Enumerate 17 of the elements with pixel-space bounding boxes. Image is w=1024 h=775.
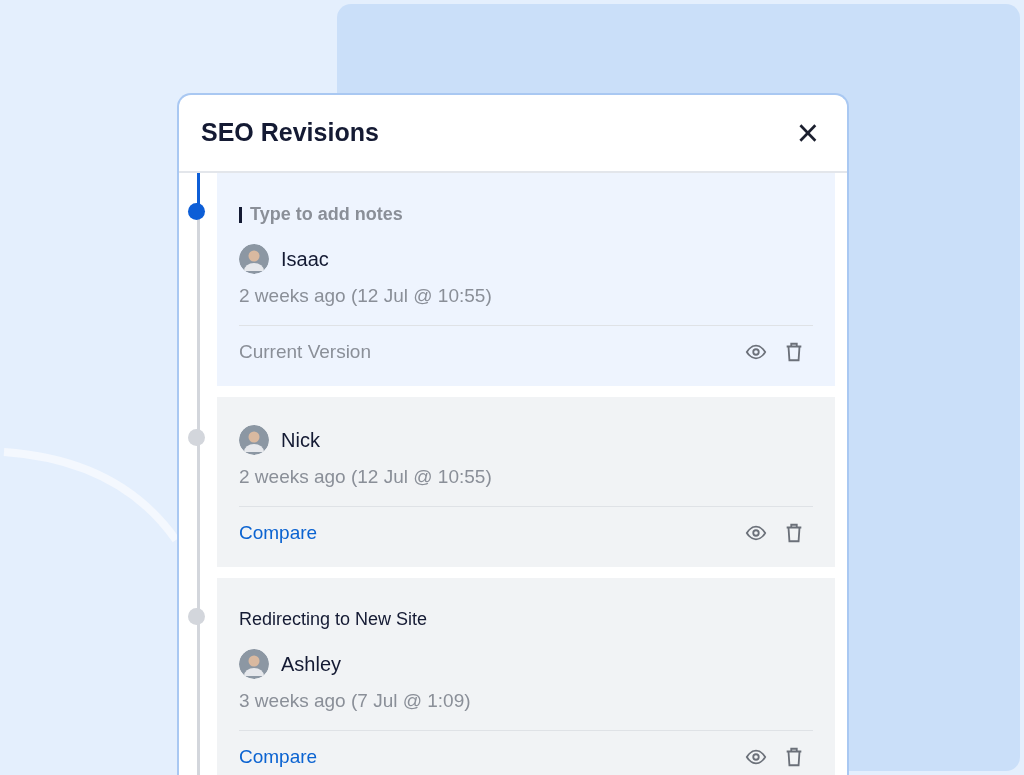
revision-time: 2 weeks ago (12 Jul @ 10:55) <box>239 466 492 487</box>
version-status: Current Version <box>239 339 371 364</box>
author-name: Nick <box>281 428 320 453</box>
dialog-title: SEO Revisions <box>201 117 379 149</box>
compare-link[interactable]: Compare <box>239 518 318 547</box>
compare-link[interactable]: Compare <box>239 742 318 771</box>
revision-time: 2 weeks ago (12 Jul @ 10:55) <box>239 285 492 306</box>
author-name: Ashley <box>281 652 342 677</box>
avatar <box>239 649 269 679</box>
close-button[interactable]: × <box>792 114 823 152</box>
revision-note: Redirecting to New Site <box>239 609 428 629</box>
author-name: Isaac <box>281 247 329 272</box>
avatar <box>239 244 269 274</box>
notes-field[interactable]: Type to add notes <box>250 201 550 228</box>
text-cursor-icon <box>239 206 242 223</box>
avatar <box>239 425 269 455</box>
revision-time: 3 weeks ago (7 Jul @ 1:09) <box>239 690 471 711</box>
